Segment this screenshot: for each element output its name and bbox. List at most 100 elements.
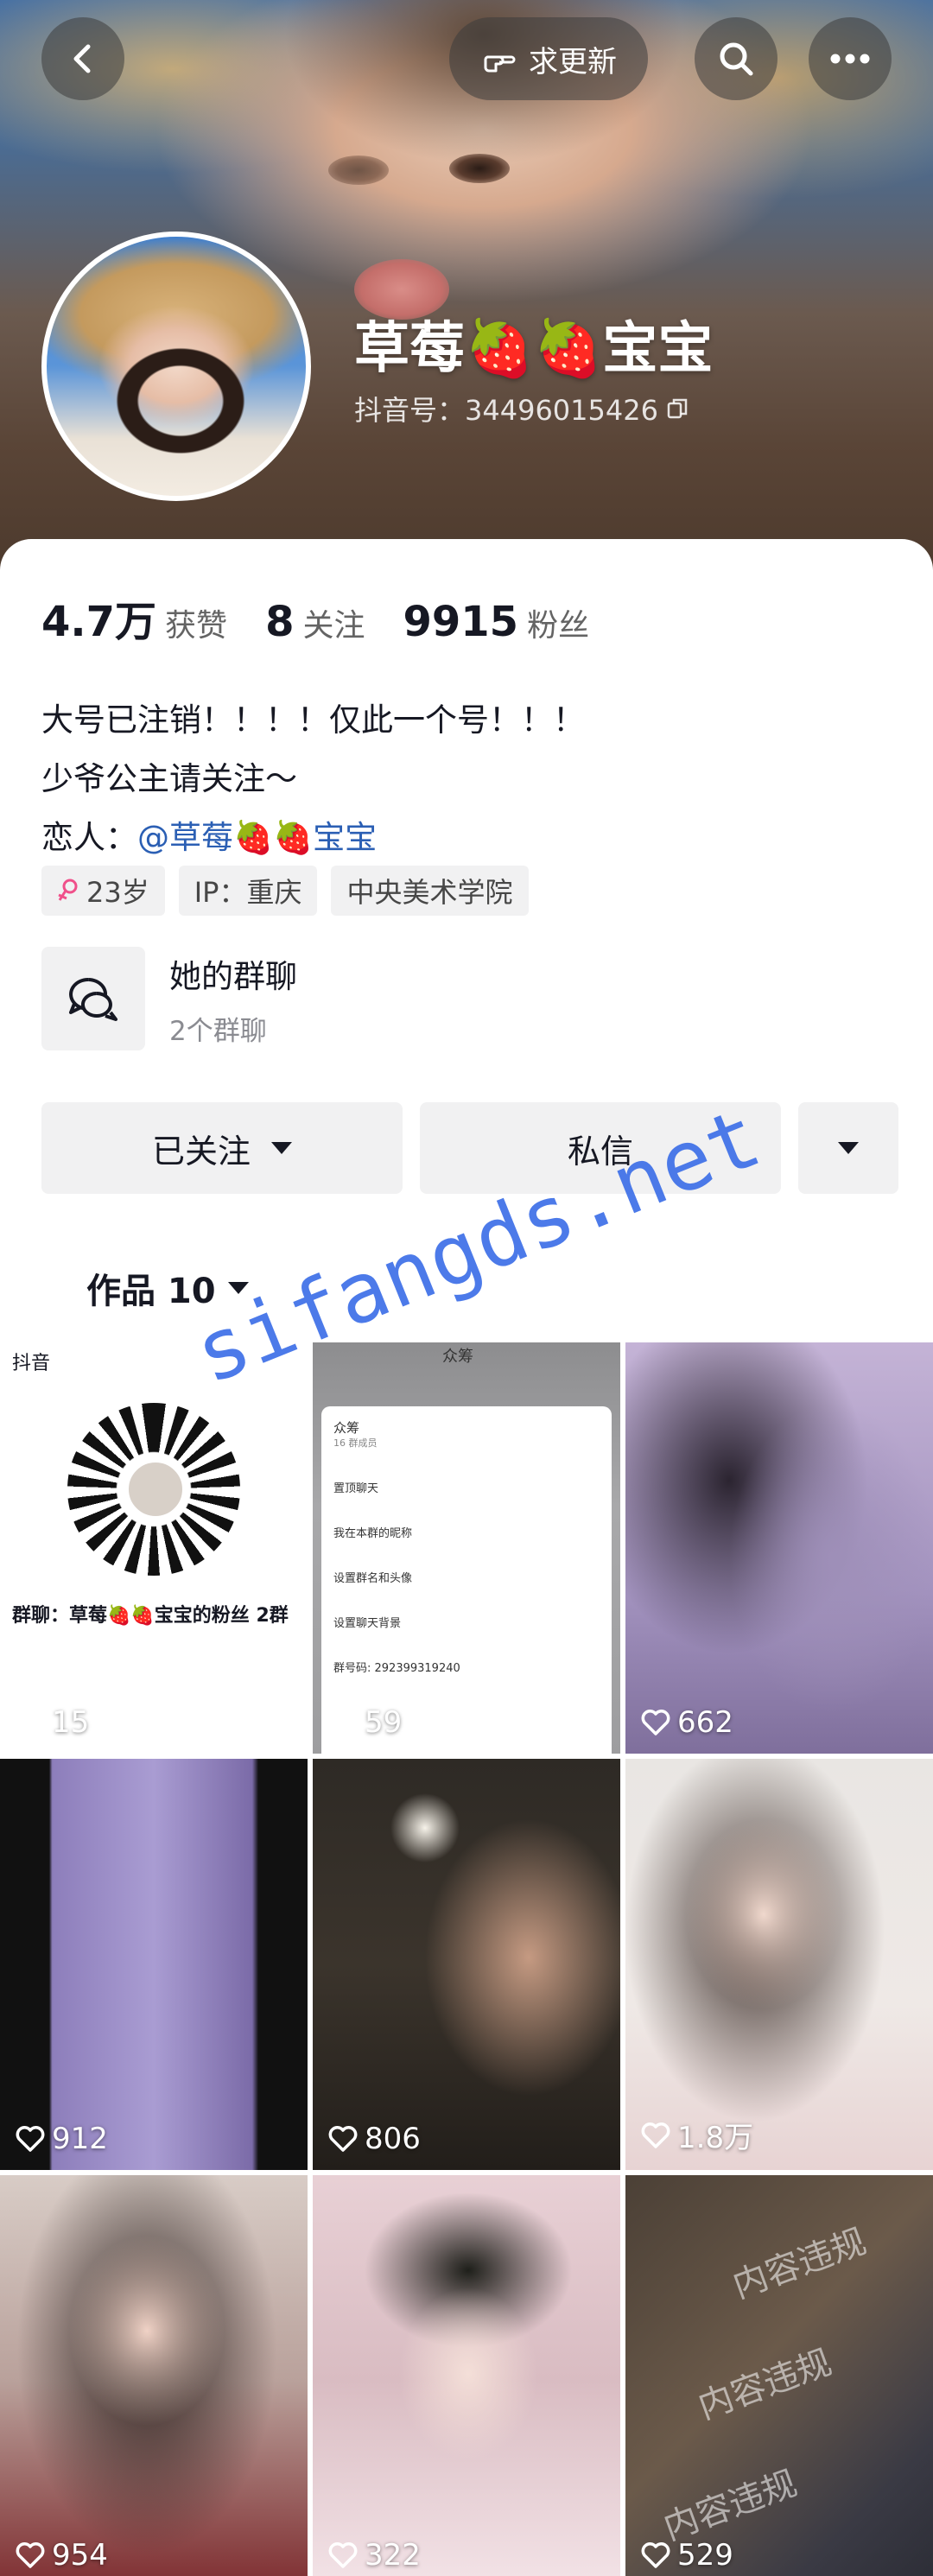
heart-icon: [328, 1710, 358, 1735]
tile-likes: 912: [16, 2122, 108, 2156]
heart-icon: [641, 1710, 670, 1735]
tile-likes-count: 1.8万: [677, 2121, 754, 2155]
action-row: 已关注 私信: [41, 1102, 898, 1194]
nickname: 草莓🍓🍓宝宝: [354, 317, 714, 381]
profile-tags: 23岁 IP：重庆 中央美术学院: [41, 866, 529, 916]
heart-icon: [641, 2542, 670, 2568]
stat-likes-label: 获赞: [165, 608, 228, 644]
back-button[interactable]: [41, 17, 124, 100]
tile-chat-group-name: 众筹: [333, 1420, 360, 1436]
stat-likes-value: 4.7万: [41, 598, 157, 646]
caret-down-icon: [271, 1142, 292, 1154]
qr-center-avatar: [125, 1459, 186, 1520]
violation-mark: 内容违规: [727, 2221, 872, 2306]
heart-icon: [16, 2542, 45, 2568]
video-tile[interactable]: 954: [0, 2175, 308, 2576]
more-button[interactable]: [809, 17, 892, 100]
tile-likes: 59: [328, 1705, 402, 1740]
tile-likes: 954: [16, 2538, 108, 2573]
banner-eye: [449, 154, 510, 183]
douyin-id-text: 抖音号：34496015426: [354, 394, 658, 427]
tile-chat-row: 我在本群的昵称: [333, 1527, 413, 1540]
tile-likes-count: 15: [52, 1705, 90, 1740]
video-tile[interactable]: 322: [313, 2175, 620, 2576]
tile-likes-count: 912: [52, 2122, 108, 2156]
tile-likes: 662: [641, 1705, 733, 1740]
tile-likes: 15: [16, 1705, 89, 1740]
stat-following[interactable]: 8 关注: [265, 598, 365, 646]
bio-line-1: 大号已注销！！！！仅此一个号！！！: [41, 701, 585, 739]
tab-works-label: 作品 10: [86, 1272, 216, 1311]
tile-likes-count: 59: [365, 1705, 403, 1740]
tile-likes: 322: [328, 2538, 421, 2573]
video-tile[interactable]: 众筹 众筹 16 群成员 置顶聊天 我在本群的昵称 设置群名和头像 设置聊天背景…: [313, 1342, 620, 1754]
tile-likes: 1.8万: [641, 2114, 753, 2156]
stat-following-value: 8: [265, 598, 295, 646]
tag-ip: IP：重庆: [178, 866, 318, 916]
chat-bubbles-icon: [69, 978, 117, 1021]
tile-chat-panel: 众筹 16 群成员 置顶聊天 我在本群的昵称 设置群名和头像 设置聊天背景 群号…: [321, 1406, 612, 1754]
heart-icon: [328, 2126, 358, 2152]
bio-line-3-prefix: 恋人：: [41, 819, 137, 856]
heart-icon: [16, 1710, 45, 1735]
followed-button[interactable]: 已关注: [41, 1102, 403, 1194]
tile-likes: 806: [328, 2122, 421, 2156]
tile-likes-count: 662: [677, 1705, 733, 1740]
tile-group-title: 群聊：草莓🍓🍓宝宝的粉丝 2群: [12, 1605, 289, 1627]
tile-chat-row: 置顶聊天: [333, 1482, 379, 1495]
video-tile[interactable]: 806: [313, 1759, 620, 2170]
banner-eye: [328, 155, 389, 185]
bio-line-3: 恋人：@草莓🍓🍓宝宝: [41, 809, 585, 867]
tile-likes-count: 322: [365, 2538, 421, 2573]
tile-chat-row: 设置聊天背景: [333, 1617, 402, 1630]
tile-likes: 529: [641, 2538, 733, 2573]
tile-chat-row: 设置群名和头像: [333, 1572, 413, 1585]
violation-mark: 内容违规: [693, 2342, 837, 2427]
bio-mention-link[interactable]: @草莓🍓🍓宝宝: [137, 819, 377, 856]
tile-chat-group-count: 16 群成员: [333, 1437, 378, 1449]
stat-followers-label: 粉丝: [527, 608, 590, 644]
avatar[interactable]: [41, 232, 311, 501]
copy-icon[interactable]: [665, 396, 691, 422]
stat-followers[interactable]: 9915 粉丝: [403, 598, 589, 646]
tag-school[interactable]: 中央美术学院: [331, 866, 529, 916]
tag-age-label: 23岁: [86, 876, 149, 909]
video-grid: 抖音 群聊：草莓🍓🍓宝宝的粉丝 2群 15 众筹 众筹 16 群成员 置顶聊天 …: [0, 1342, 933, 2576]
bio-line-2: 少爷公主请关注～: [41, 760, 297, 797]
chevron-left-icon: [73, 44, 91, 73]
tile-likes-count: 806: [365, 2122, 421, 2156]
video-tile[interactable]: 抖音 群聊：草莓🍓🍓宝宝的粉丝 2群 15: [0, 1342, 308, 1754]
stat-followers-value: 9915: [403, 598, 519, 646]
tile-douyin-logo: 抖音: [12, 1353, 51, 1374]
video-tile[interactable]: 内容违规 内容违规 内容违规 529: [625, 2175, 933, 2576]
caret-down-icon: [838, 1142, 859, 1154]
tile-chat-header: 众筹: [442, 1348, 473, 1366]
request-update-label: 求更新: [529, 44, 617, 79]
group-chat-text: 她的群聊 2个群聊: [169, 950, 297, 1048]
stat-likes[interactable]: 4.7万 获赞: [41, 587, 227, 648]
search-button[interactable]: [695, 17, 778, 100]
tile-likes-count: 529: [677, 2538, 733, 2573]
violation-mark: 内容违规: [658, 2463, 803, 2548]
more-icon: [830, 54, 870, 64]
heart-icon: [328, 2542, 358, 2568]
heart-icon: [16, 2126, 45, 2152]
video-tile[interactable]: 662: [625, 1342, 933, 1754]
avatar-hair: [107, 340, 254, 461]
douyin-id[interactable]: 抖音号：34496015426: [354, 389, 691, 428]
video-tile[interactable]: 912: [0, 1759, 308, 2170]
female-icon: [58, 879, 78, 901]
group-chat-subtitle: 2个群聊: [169, 1015, 267, 1047]
search-icon: [720, 42, 753, 76]
video-tile[interactable]: 1.8万: [625, 1759, 933, 2170]
group-chat-title: 她的群聊: [169, 957, 297, 995]
request-update-button[interactable]: 求更新: [449, 17, 648, 100]
group-chat-icon-box: [41, 947, 145, 1050]
tag-age: 23岁: [41, 866, 165, 916]
more-actions-button[interactable]: [798, 1102, 898, 1194]
followed-label: 已关注: [151, 1132, 251, 1171]
tile-chat-row: 群号码: 292399319240: [333, 1662, 460, 1675]
heart-icon: [641, 2122, 670, 2148]
hand-point-icon: [484, 55, 516, 73]
group-chat-entry[interactable]: 她的群聊 2个群聊: [41, 947, 297, 1050]
